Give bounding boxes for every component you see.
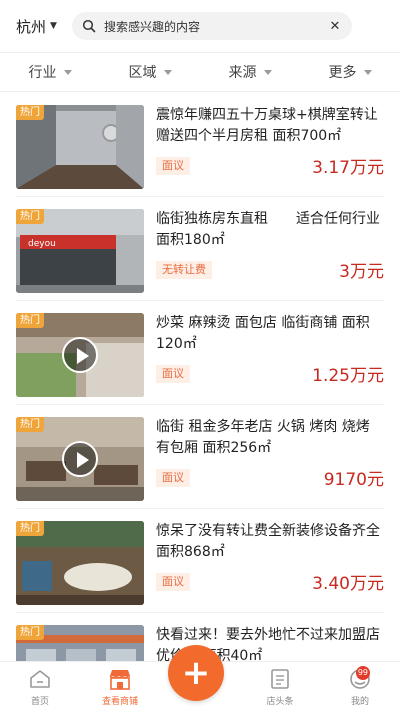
play-video-icon[interactable] [62, 441, 98, 477]
publish-button[interactable]: + [168, 645, 224, 701]
listing-tag: 面议 [156, 469, 190, 487]
shop-icon [107, 667, 133, 691]
listing-thumbnail: 热门 [16, 625, 144, 661]
listing-price: 3.17万元 [312, 158, 384, 178]
listing-thumbnail: 热门 [16, 105, 144, 189]
notification-badge: 99 [355, 666, 370, 680]
home-icon [27, 667, 53, 691]
news-icon [267, 667, 293, 691]
filter-area[interactable]: 区域 [100, 53, 200, 91]
search-input[interactable]: 搜索感兴趣的内容 [104, 18, 328, 35]
listing-item[interactable]: 热门 炒菜 麻辣烫 面包店 临街商铺 面积120㎡ 面议 1.25万元 [0, 301, 400, 405]
listing-tag: 面议 [156, 157, 190, 175]
tab-label: 我的 [350, 697, 369, 707]
listing-price: 3.40万元 [312, 574, 384, 594]
plus-icon: + [181, 653, 211, 693]
tab-label: 查看商铺 [101, 697, 138, 707]
hot-badge: 热门 [16, 521, 44, 536]
tab-home[interactable]: 首页 [0, 662, 80, 711]
filter-label: 行业 [28, 65, 57, 81]
filter-label: 更多 [328, 65, 357, 81]
caret-down-icon: ▼ [50, 21, 57, 31]
tab-mine[interactable]: 我的 99 [320, 662, 400, 711]
clear-icon[interactable]: ✕ [328, 19, 342, 34]
listing-thumbnail: deyou 热门 [16, 209, 144, 293]
dropdown-arrow-icon [163, 69, 172, 75]
tab-label: 店头条 [266, 697, 294, 707]
city-label: 杭州 [16, 17, 47, 36]
filter-industry[interactable]: 行业 [0, 53, 100, 91]
listing-title: 临街独栋房东直租 适合任何行业 面积180㎡ [156, 211, 380, 248]
listing-price: 3万元 [339, 262, 384, 282]
listing-thumbnail: 热门 [16, 417, 144, 501]
listing-item[interactable]: deyou 热门 临街独栋房东直租 适合任何行业 面积180㎡ 无转让费 3万元 [0, 197, 400, 301]
listing-item[interactable]: 热门 震惊年赚四五十万桌球+棋牌室转让赠送四个半月房租 面积700㎡ 面议 3.… [0, 93, 400, 197]
filter-source[interactable]: 来源 [200, 53, 300, 91]
hot-badge: 热门 [16, 313, 44, 328]
tab-shops[interactable]: 查看商铺 [80, 662, 160, 711]
hot-badge: 热门 [16, 105, 44, 120]
play-video-icon[interactable] [62, 337, 98, 373]
listing-tag: 面议 [156, 573, 190, 591]
listing-tag: 面议 [156, 365, 190, 383]
listing-thumbnail: 热门 [16, 521, 144, 605]
dropdown-arrow-icon [263, 69, 272, 75]
listing-thumbnail: 热门 [16, 313, 144, 397]
listing-tag: 无转让费 [156, 261, 212, 279]
top-bar: 杭州 ▼ 搜索感兴趣的内容 ✕ [0, 0, 400, 52]
hot-badge: 热门 [16, 209, 44, 224]
filter-bar: 行业 区域 来源 更多 [0, 52, 400, 92]
listing-title: 震惊年赚四五十万桌球+棋牌室转让赠送四个半月房租 面积700㎡ [156, 107, 378, 144]
listing-price: 9170元 [323, 470, 384, 490]
tab-headlines[interactable]: 店头条 [240, 662, 320, 711]
listing-list: 热门 震惊年赚四五十万桌球+棋牌室转让赠送四个半月房租 面积700㎡ 面议 3.… [0, 93, 400, 661]
dropdown-arrow-icon [63, 69, 72, 75]
listing-item[interactable]: 热门 惊呆了没有转让费全新装修设备齐全 面积868㎡ 面议 3.40万元 [0, 509, 400, 613]
hot-badge: 热门 [16, 417, 44, 432]
listing-item[interactable]: 热门 临街 租金多年老店 火锅 烤肉 烧烤 有包厢 面积256㎡ 面议 9170… [0, 405, 400, 509]
hot-badge: 热门 [16, 625, 44, 640]
listing-price: 1.25万元 [312, 366, 384, 386]
listing-title: 临街 租金多年老店 火锅 烤肉 烧烤 有包厢 面积256㎡ [156, 419, 370, 456]
search-bar[interactable]: 搜索感兴趣的内容 ✕ [72, 12, 352, 40]
svg-text:deyou: deyou [28, 239, 56, 249]
city-selector[interactable]: 杭州 ▼ [16, 16, 68, 37]
filter-more[interactable]: 更多 [300, 53, 400, 91]
filter-label: 区域 [128, 65, 157, 81]
filter-label: 来源 [228, 65, 257, 81]
listing-title: 惊呆了没有转让费全新装修设备齐全 面积868㎡ [156, 523, 380, 560]
search-icon [82, 19, 96, 33]
tab-label: 首页 [30, 697, 49, 707]
dropdown-arrow-icon [363, 69, 372, 75]
listing-title: 炒菜 麻辣烫 面包店 临街商铺 面积120㎡ [156, 315, 370, 352]
